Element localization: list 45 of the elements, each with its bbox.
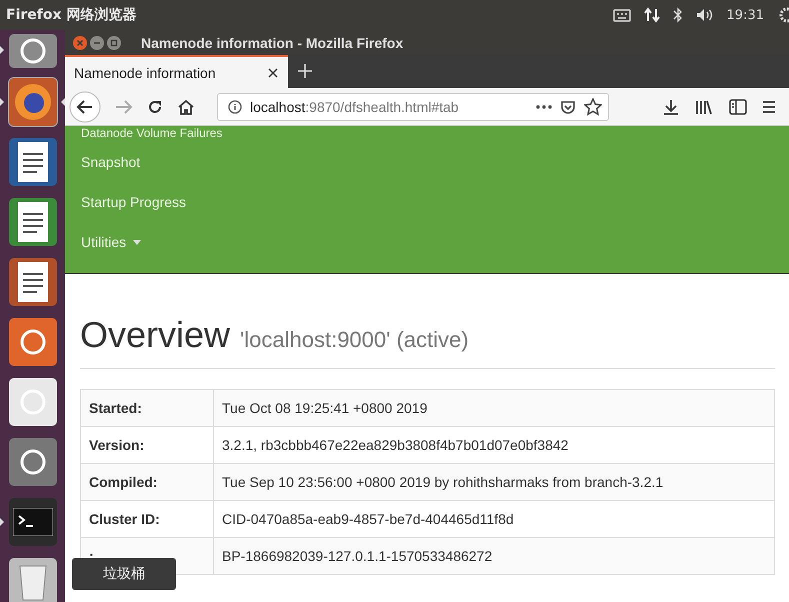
- clock[interactable]: 19:31: [726, 8, 764, 22]
- volume-icon[interactable]: [696, 8, 714, 22]
- page-heading: Overview: [80, 314, 230, 355]
- row-label: Started:: [80, 390, 214, 426]
- table-cell: Tue Sep 10 23:56:00 +0800 2019 by rohithsharmaks from branch-3.2.1: [214, 464, 774, 500]
- browser-tab[interactable]: Namenode information: [65, 55, 288, 88]
- new-tab-icon[interactable]: [298, 64, 312, 78]
- more-icon[interactable]: [536, 104, 552, 108]
- terminal-launcher-icon[interactable]: [8, 498, 56, 546]
- caret-icon: [133, 240, 142, 244]
- url-text: localhost:9870/dfshealth.html#tab: [250, 98, 460, 114]
- menu-icon[interactable]: [763, 98, 775, 114]
- nav-link[interactable]: Startup Progress: [81, 182, 186, 222]
- sidebar-icon[interactable]: [729, 98, 747, 114]
- document-launcher-icon[interactable]: [8, 198, 56, 246]
- star-icon[interactable]: [584, 98, 602, 116]
- download-icon[interactable]: [663, 98, 679, 114]
- back-icon[interactable]: [69, 90, 101, 122]
- nav-link[interactable]: Utilities: [81, 222, 142, 262]
- document-launcher-icon[interactable]: [8, 258, 56, 306]
- browser-launcher-icon[interactable]: [8, 78, 56, 126]
- trash-launcher-icon[interactable]: [8, 558, 56, 602]
- settings-icon[interactable]: [777, 7, 789, 23]
- keyboard-icon[interactable]: [612, 8, 631, 22]
- page-subheading: 'localhost:9000' (active): [240, 327, 469, 352]
- nav-link[interactable]: Snapshot: [81, 142, 140, 182]
- home-icon[interactable]: [177, 98, 195, 114]
- window-title: Namenode information - Mozilla Firefox: [141, 34, 404, 50]
- maximize-icon[interactable]: [107, 36, 121, 50]
- row-label: Compiled:: [80, 464, 214, 500]
- tooltip: 垃圾桶: [72, 558, 176, 590]
- close-icon[interactable]: [268, 68, 278, 78]
- document-launcher-icon[interactable]: [8, 138, 56, 186]
- address-field[interactable]: localhost:9870/dfshealth.html#tab: [217, 92, 609, 120]
- network-arrows-icon[interactable]: [644, 7, 660, 23]
- app-name: Firefox 网络浏览器: [6, 6, 136, 24]
- minimize-icon[interactable]: [90, 36, 104, 50]
- library-icon[interactable]: [695, 98, 713, 114]
- pocket-icon[interactable]: [560, 98, 576, 114]
- table-cell: Tue Oct 08 19:25:41 +0800 2019: [214, 390, 774, 426]
- bluetooth-icon[interactable]: [672, 7, 683, 23]
- info-icon[interactable]: [228, 100, 242, 114]
- reload-icon[interactable]: [147, 98, 163, 114]
- table-cell: BP-1866982039-127.0.1.1-1570533486272: [214, 538, 774, 574]
- nav-link[interactable]: Datanode Volume Failures: [81, 126, 222, 142]
